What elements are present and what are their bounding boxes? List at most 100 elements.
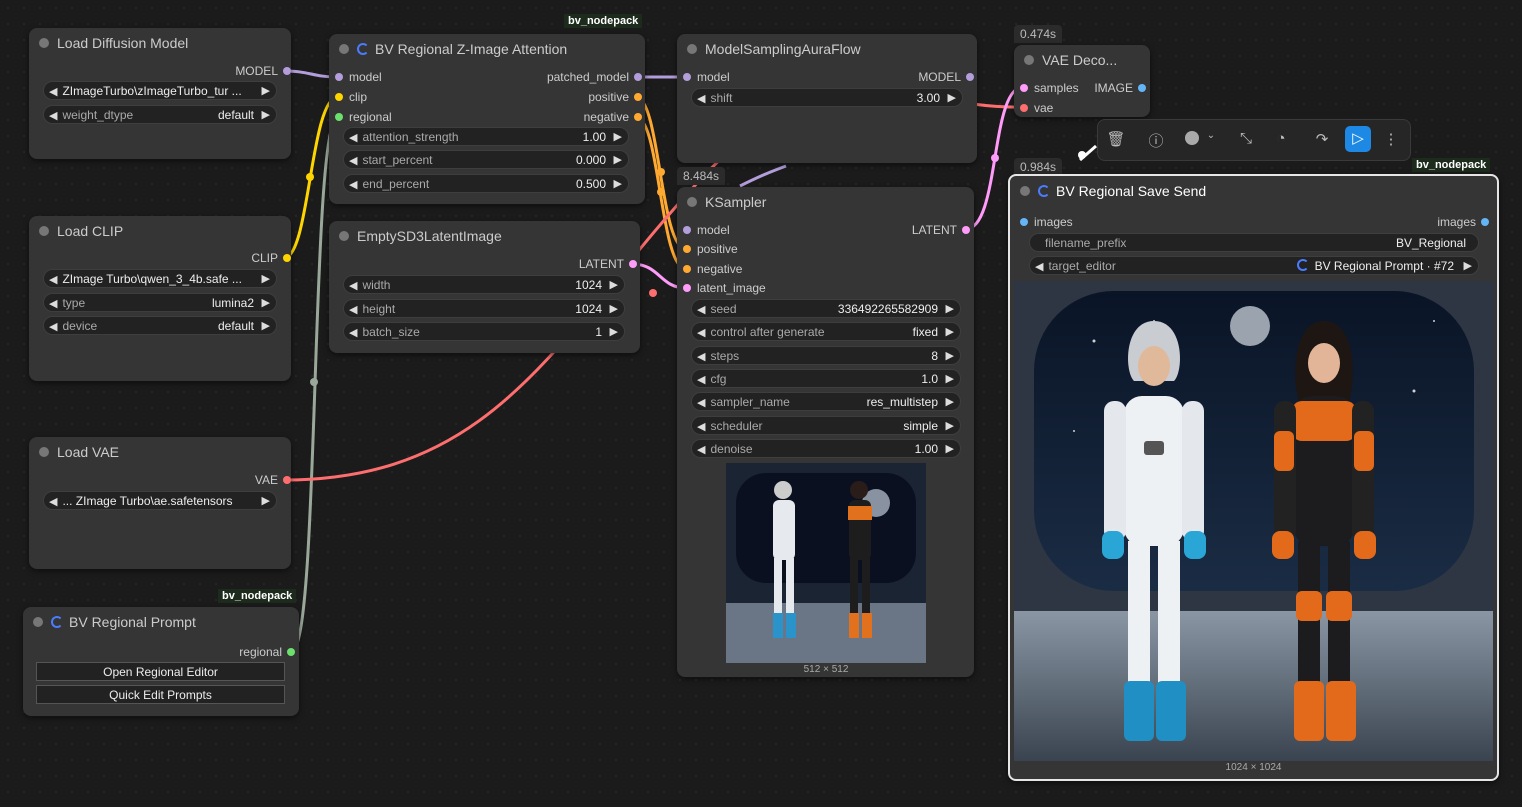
execution-time: 0.474s [1014, 25, 1063, 43]
control-after-generate-combo[interactable]: control after generatefixed▶ [691, 322, 961, 341]
node-load-vae[interactable]: Load VAE VAE ... ZImage Turbo\ae.safeten… [29, 437, 291, 569]
bv-spiral-icon [1038, 185, 1050, 197]
input-vae[interactable]: vae [1017, 100, 1053, 116]
node-empty-sd3-latent[interactable]: EmptySD3LatentImage LATENT width1024▶ he… [329, 221, 640, 353]
run-icon[interactable]: ▷ [1345, 126, 1371, 152]
output-regional[interactable]: regional [239, 644, 295, 660]
unet-name-combo[interactable]: ZImageTurbo\zImageTurbo_tur ...▶ [43, 81, 277, 100]
cfg-slider[interactable]: cfg1.0▶ [691, 369, 961, 388]
output-image[interactable]: IMAGE [1094, 80, 1146, 96]
output-model[interactable]: MODEL [918, 69, 974, 85]
node-title: ModelSamplingAuraFlow [705, 41, 861, 57]
color-icon[interactable] [1182, 130, 1202, 147]
node-load-diffusion-model[interactable]: Load Diffusion Model MODEL ZImageTurbo\z… [29, 28, 291, 159]
redo-icon[interactable]: ↷ [1312, 130, 1332, 148]
input-model[interactable]: model [680, 69, 730, 85]
output-images[interactable]: images [1437, 214, 1489, 230]
input-regional[interactable]: regional [332, 109, 392, 125]
output-latent[interactable]: LATENT [912, 222, 970, 238]
width-stepper[interactable]: width1024▶ [343, 275, 625, 294]
trash-icon[interactable]: 🗑 [1106, 130, 1126, 148]
input-model[interactable]: model [680, 222, 730, 238]
shift-slider[interactable]: shift3.00▶ [691, 88, 963, 107]
execution-time: 8.484s [677, 167, 726, 185]
output-vae[interactable]: VAE [255, 472, 291, 488]
node-model-sampling-auraflow[interactable]: ModelSamplingAuraFlow model MODEL shift3… [677, 34, 977, 163]
collapse-dot-icon[interactable] [39, 38, 49, 48]
input-model[interactable]: model [332, 69, 382, 85]
node-vae-decode[interactable]: VAE Deco... samples vae IMAGE [1014, 45, 1150, 117]
collapse-dot-icon[interactable] [339, 231, 349, 241]
output-model[interactable]: MODEL [235, 63, 291, 79]
batch-size-stepper[interactable]: batch_size1▶ [343, 322, 625, 341]
output-image [1014, 281, 1493, 761]
output-latent[interactable]: LATENT [579, 256, 637, 272]
input-samples[interactable]: samples [1017, 80, 1079, 96]
node-load-clip[interactable]: Load CLIP CLIP ZImage Turbo\qwen_3_4b.sa… [29, 216, 291, 381]
sampler-name-combo[interactable]: sampler_nameres_multistep▶ [691, 392, 961, 411]
end-percent-slider[interactable]: end_percent0.500▶ [343, 174, 629, 193]
collapse-dot-icon[interactable] [39, 447, 49, 457]
bv-spiral-icon [357, 43, 369, 55]
target-editor-combo[interactable]: target_editorBV Regional Prompt · #72▶ [1029, 256, 1479, 275]
collapse-dot-icon[interactable] [1024, 55, 1034, 65]
output-patched-model[interactable]: patched_model [547, 69, 642, 85]
quick-edit-prompts-button[interactable]: Quick Edit Prompts [36, 685, 285, 704]
filename-prefix-input[interactable]: filename_prefix BV_Regional [1029, 233, 1479, 252]
info-icon[interactable]: ⓘ [1146, 130, 1166, 151]
node-title: VAE Deco... [1042, 52, 1118, 68]
input-clip[interactable]: clip [332, 89, 367, 105]
height-stepper[interactable]: height1024▶ [343, 299, 625, 318]
collapse-dot-icon[interactable] [687, 44, 697, 54]
clip-name-combo[interactable]: ZImage Turbo\qwen_3_4b.safe ...▶ [43, 269, 277, 288]
preview-size-caption: 512 × 512 [803, 664, 849, 675]
chevron-down-icon[interactable]: ⌄ [1201, 130, 1221, 141]
start-percent-slider[interactable]: start_percent0.000▶ [343, 150, 629, 169]
input-positive[interactable]: positive [680, 241, 738, 257]
vae-name-combo[interactable]: ... ZImage Turbo\ae.safetensors▶ [43, 491, 277, 510]
weight-dtype-combo[interactable]: weight_dtypedefault▶ [43, 105, 277, 124]
node-bv-regional-prompt[interactable]: BV Regional Prompt regional Open Regiona… [23, 607, 299, 716]
node-title: BV Regional Z-Image Attention [375, 41, 568, 57]
bypass-icon[interactable]: ◔ [1271, 130, 1291, 147]
collapse-dot-icon[interactable] [1020, 186, 1030, 196]
open-regional-editor-button[interactable]: Open Regional Editor [36, 662, 285, 681]
input-images[interactable]: images [1017, 214, 1073, 230]
node-ksampler[interactable]: KSampler model positive negative latent_… [677, 187, 974, 677]
node-title: KSampler [705, 194, 767, 210]
node-bv-regional-attention[interactable]: BV Regional Z-Image Attention model clip… [329, 34, 645, 204]
steps-stepper[interactable]: steps8▶ [691, 346, 961, 365]
more-icon[interactable]: ⋮ [1381, 130, 1401, 148]
pack-badge: bv_nodepack [1412, 158, 1491, 172]
pack-badge: bv_nodepack [218, 589, 297, 603]
collapse-dot-icon[interactable] [339, 44, 349, 54]
node-title: BV Regional Prompt [69, 614, 196, 630]
output-clip[interactable]: CLIP [251, 250, 291, 266]
input-latent-image[interactable]: latent_image [680, 280, 766, 296]
image-size-caption: 1024 × 1024 [1225, 762, 1282, 773]
node-title: EmptySD3LatentImage [357, 228, 502, 244]
collapse-icon[interactable]: ⤡ [1236, 130, 1256, 147]
type-combo[interactable]: typelumina2▶ [43, 293, 277, 312]
bv-spiral-icon [51, 616, 63, 628]
node-title: Load CLIP [57, 223, 124, 239]
node-title: Load VAE [57, 444, 120, 460]
scheduler-combo[interactable]: schedulersimple▶ [691, 416, 961, 435]
pack-badge: bv_nodepack [564, 14, 643, 28]
output-negative[interactable]: negative [584, 109, 642, 125]
bv-spiral-icon [1296, 259, 1309, 271]
output-positive[interactable]: positive [588, 89, 642, 105]
seed-stepper[interactable]: seed336492265582909▶ [691, 299, 961, 318]
collapse-dot-icon[interactable] [39, 226, 49, 236]
node-bv-regional-save-send[interactable]: BV Regional Save Send images images file… [1008, 174, 1499, 781]
device-combo[interactable]: devicedefault▶ [43, 316, 277, 335]
node-title: Load Diffusion Model [57, 35, 189, 51]
selection-toolbox: 🗑 ⓘ ⌄ ⤡ ◔ ↷ ▷ ⋮ [1097, 119, 1411, 161]
collapse-dot-icon[interactable] [687, 197, 697, 207]
node-title: BV Regional Save Send [1056, 183, 1207, 199]
attention-strength-slider[interactable]: attention_strength1.00▶ [343, 127, 629, 146]
denoise-slider[interactable]: denoise1.00▶ [691, 439, 961, 458]
collapse-dot-icon[interactable] [33, 617, 43, 627]
preview-image [726, 463, 926, 663]
input-negative[interactable]: negative [680, 261, 742, 277]
